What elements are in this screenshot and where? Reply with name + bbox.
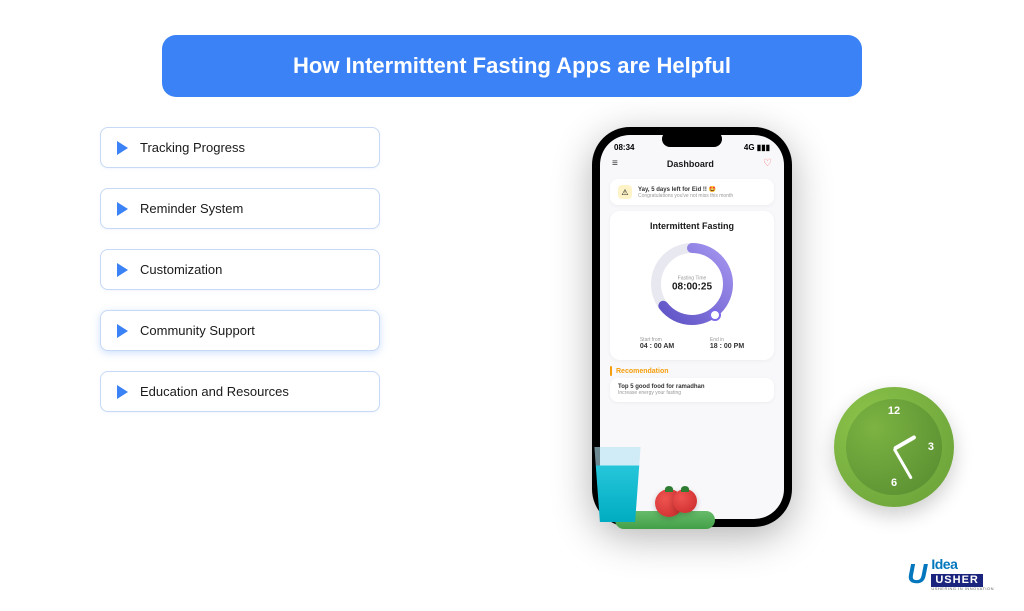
play-icon [117,385,128,399]
warning-icon: ⚠ [618,185,632,199]
clock-number-12: 12 [888,405,900,417]
feature-education-resources[interactable]: Education and Resources [100,371,380,412]
clock-number-3: 3 [928,441,934,453]
feature-label: Reminder System [140,201,243,216]
time-row: Start from 04 : 00 AM End in 18 : 00 PM [618,337,766,350]
fasting-card: Intermittent Fasting [610,211,774,360]
end-time-block: End in 18 : 00 PM [710,337,744,350]
recommendation-header: Recomendation [610,366,774,376]
notification-card[interactable]: ⚠ Yay, 5 days left for Eid !! 🤩 Congratu… [610,179,774,205]
clock-minute-hand [893,448,913,480]
feature-label: Tracking Progress [140,140,245,155]
logo-main: Idea [931,557,994,571]
logo-text: Idea USHER USHERING IN INNOVATION [931,557,994,591]
play-icon [117,263,128,277]
brand-logo: U Idea USHER USHERING IN INNOVATION [907,557,994,591]
notification-title: Yay, 5 days left for Eid !! 🤩 [638,186,766,193]
feature-customization[interactable]: Customization [100,249,380,290]
feature-tracking-progress[interactable]: Tracking Progress [100,127,380,168]
status-signal: 4G ▮▮▮ [744,143,770,152]
feature-reminder-system[interactable]: Reminder System [100,188,380,229]
ring-center: Fasting Time 08:00:25 [672,276,712,293]
phone-illustration: 08:34 4G ▮▮▮ ≡ Dashboard ♡ ⚠ Yay, 5 days… [460,127,924,527]
play-icon [117,202,128,216]
notification-text: Yay, 5 days left for Eid !! 🤩 Congratula… [638,186,766,199]
feature-label: Community Support [140,323,255,338]
fasting-title: Intermittent Fasting [618,221,766,231]
ring-time: 08:00:25 [672,282,712,293]
accent-bar-icon [610,366,612,376]
app-header: ≡ Dashboard ♡ [600,154,784,175]
phone-notch [662,131,722,147]
page-title: How Intermittent Fasting Apps are Helpfu… [293,53,731,78]
notification-subtitle: Congratulations you've not miss this mon… [638,193,766,199]
start-time-value: 04 : 00 AM [640,343,674,350]
clock-hour-hand [893,435,917,451]
hamburger-icon[interactable]: ≡ [612,158,618,169]
page-title-banner: How Intermittent Fasting Apps are Helpfu… [162,35,862,97]
tomato-icon [673,489,697,513]
clock-decoration: 12 3 6 [834,387,954,507]
logo-icon: U [907,558,927,590]
clock-number-6: 6 [891,477,897,489]
status-time: 08:34 [614,143,634,152]
clock-face: 12 3 6 [846,399,942,495]
ring-handle[interactable] [709,309,721,321]
glass-body [590,447,645,522]
feature-label: Education and Resources [140,384,289,399]
progress-ring: Fasting Time 08:00:25 [647,239,737,329]
recommendation-card[interactable]: Top 5 good food for ramadhan Increase en… [610,378,774,402]
recommendation-subtitle: Increase energy your fasting [618,390,766,396]
play-icon [117,141,128,155]
end-time-value: 18 : 00 PM [710,343,744,350]
content-area: Tracking Progress Reminder System Custom… [0,127,1024,527]
start-time-block: Start from 04 : 00 AM [640,337,674,350]
play-icon [117,324,128,338]
glass-decoration [590,447,645,522]
feature-list: Tracking Progress Reminder System Custom… [100,127,380,527]
logo-tagline: USHERING IN INNOVATION [931,587,994,591]
feature-community-support[interactable]: Community Support [100,310,380,351]
recommendation-label: Recomendation [616,368,669,375]
dashboard-title: Dashboard [667,159,714,169]
feature-label: Customization [140,262,222,277]
bell-icon[interactable]: ♡ [763,158,772,169]
